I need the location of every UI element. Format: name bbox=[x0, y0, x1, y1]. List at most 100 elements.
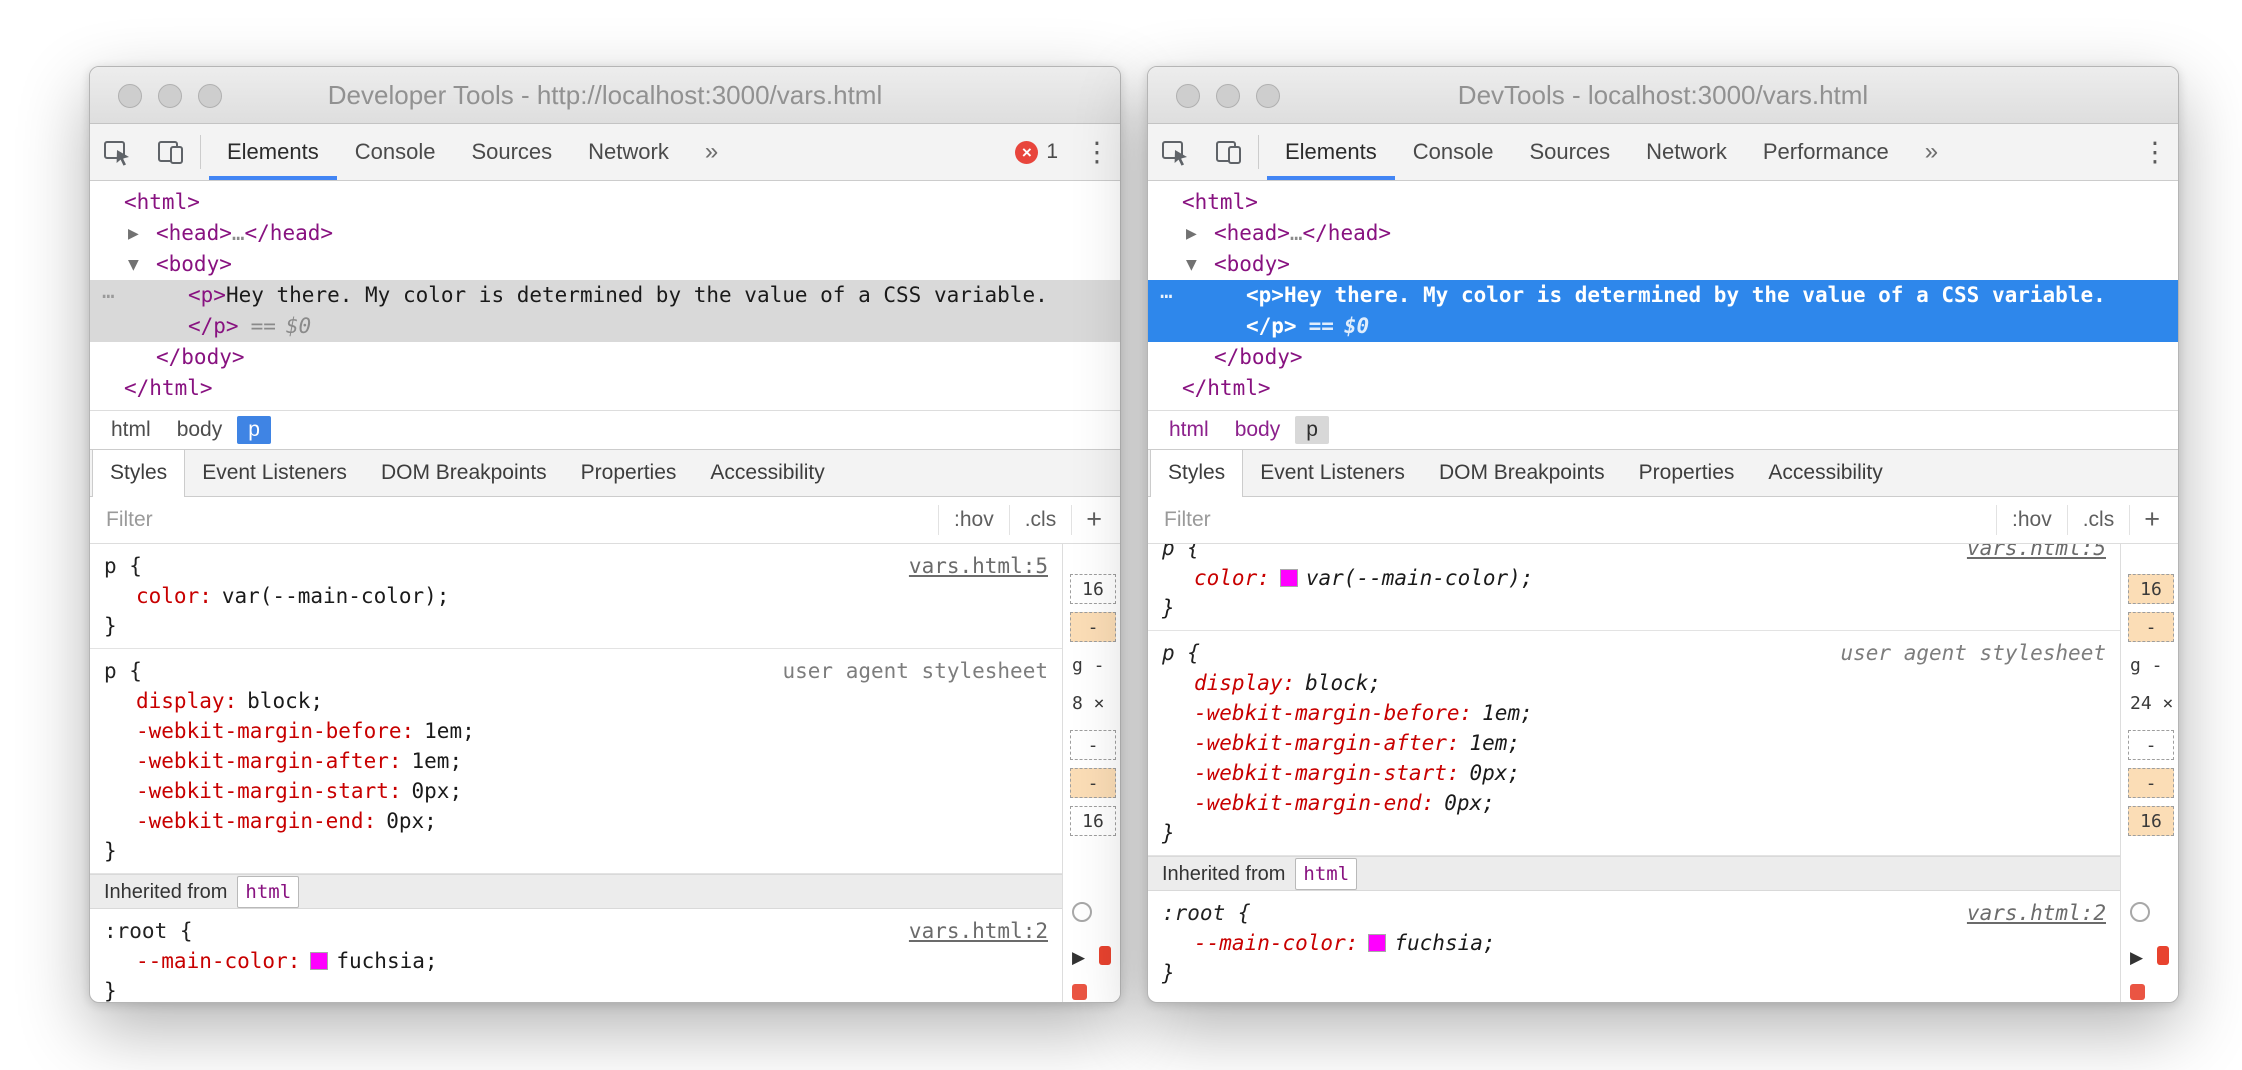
dom-node-body-open[interactable]: ▼<body> bbox=[90, 249, 1120, 280]
css-declaration[interactable]: -webkit-margin-end:0px; bbox=[90, 806, 1062, 836]
style-rule-ua-p: p {user agent stylesheet display:block; … bbox=[1148, 631, 2120, 856]
hov-toggle-button[interactable]: :hov bbox=[938, 505, 1009, 535]
device-toolbar-icon[interactable] bbox=[144, 124, 198, 180]
expand-arrow-icon[interactable]: ▶ bbox=[1186, 219, 1197, 250]
css-declaration[interactable]: color:var(--main-color); bbox=[90, 581, 1062, 611]
color-swatch[interactable] bbox=[1280, 569, 1298, 587]
tab-event-listeners[interactable]: Event Listeners bbox=[1243, 450, 1422, 496]
tab-dom-breakpoints[interactable]: DOM Breakpoints bbox=[364, 450, 564, 496]
tab-styles[interactable]: Styles bbox=[1150, 450, 1243, 497]
collapse-arrow-icon[interactable]: ▼ bbox=[1186, 250, 1197, 281]
css-declaration[interactable]: display:block; bbox=[90, 686, 1062, 716]
tab-event-listeners[interactable]: Event Listeners bbox=[185, 450, 364, 496]
radio-circle[interactable] bbox=[2130, 902, 2150, 922]
tab-sources[interactable]: Sources bbox=[453, 124, 570, 180]
tab-properties[interactable]: Properties bbox=[564, 450, 694, 496]
cls-toggle-button[interactable]: .cls bbox=[2067, 505, 2130, 535]
close-button[interactable] bbox=[1176, 84, 1200, 108]
close-button[interactable] bbox=[118, 84, 142, 108]
tab-styles[interactable]: Styles bbox=[92, 450, 185, 497]
collapse-arrow-icon[interactable]: ▼ bbox=[128, 250, 139, 281]
dom-node-p-selected[interactable]: … <p>Hey there. My color is determined b… bbox=[1148, 280, 2178, 342]
tab-sources[interactable]: Sources bbox=[1511, 124, 1628, 180]
new-style-rule-button[interactable]: + bbox=[1071, 505, 1120, 535]
expander-triangle-icon[interactable]: ▶ bbox=[1072, 948, 1085, 968]
device-toolbar-icon[interactable] bbox=[1202, 124, 1256, 180]
tab-performance[interactable]: Performance bbox=[1745, 124, 1907, 180]
css-declaration[interactable]: color:var(--main-color); bbox=[1148, 563, 2120, 593]
new-style-rule-button[interactable]: + bbox=[2129, 505, 2178, 535]
radio-circle[interactable] bbox=[1072, 902, 1092, 922]
css-declaration[interactable]: -webkit-margin-after:1em; bbox=[1148, 728, 2120, 758]
filter-input[interactable] bbox=[90, 508, 938, 532]
zoom-button[interactable] bbox=[1256, 84, 1280, 108]
css-declaration[interactable]: -webkit-margin-before:1em; bbox=[1148, 698, 2120, 728]
sidebar-tabs: Styles Event Listeners DOM Breakpoints P… bbox=[90, 449, 1120, 497]
inspect-element-icon[interactable] bbox=[1148, 124, 1202, 180]
inherited-node-link[interactable]: html bbox=[237, 876, 299, 908]
tab-elements[interactable]: Elements bbox=[209, 124, 337, 180]
css-declaration[interactable]: -webkit-margin-start:0px; bbox=[1148, 758, 2120, 788]
inherited-node-link[interactable]: html bbox=[1295, 858, 1357, 890]
tab-network[interactable]: Network bbox=[1628, 124, 1745, 180]
css-declaration[interactable]: -webkit-margin-start:0px; bbox=[90, 776, 1062, 806]
tab-elements[interactable]: Elements bbox=[1267, 124, 1395, 180]
css-declaration[interactable]: -webkit-margin-end:0px; bbox=[1148, 788, 2120, 818]
tab-console[interactable]: Console bbox=[337, 124, 454, 180]
color-swatch[interactable] bbox=[310, 952, 328, 970]
stylesheet-link[interactable]: vars.html:5 bbox=[1967, 544, 2106, 563]
dom-node-p-selected[interactable]: … <p>Hey there. My color is determined b… bbox=[90, 280, 1120, 342]
expander-triangle-icon[interactable]: ▶ bbox=[2130, 948, 2143, 968]
color-swatch[interactable] bbox=[1368, 934, 1386, 952]
zoom-button[interactable] bbox=[198, 84, 222, 108]
console-error-badge[interactable]: × 1 bbox=[1015, 140, 1058, 164]
tab-accessibility[interactable]: Accessibility bbox=[1751, 450, 1899, 496]
filter-input[interactable] bbox=[1148, 508, 1996, 532]
dom-node-html-open[interactable]: <html> bbox=[1148, 187, 2178, 218]
dom-node-html-open[interactable]: <html> bbox=[90, 187, 1120, 218]
css-declaration[interactable]: --main-color:fuchsia; bbox=[1148, 928, 2120, 958]
breadcrumb-html[interactable]: html bbox=[1158, 416, 1220, 444]
breadcrumb-body[interactable]: body bbox=[166, 416, 234, 444]
more-tabs-chevron-icon[interactable]: » bbox=[1907, 124, 1956, 180]
dom-node-html-close[interactable]: </html> bbox=[1148, 373, 2178, 404]
minimize-button[interactable] bbox=[1216, 84, 1240, 108]
breadcrumb-p[interactable]: p bbox=[1295, 416, 1329, 444]
overflow-dots-icon[interactable]: … bbox=[1160, 276, 1175, 307]
titlebar[interactable]: Developer Tools - http://localhost:3000/… bbox=[90, 67, 1120, 124]
more-tabs-chevron-icon[interactable]: » bbox=[687, 124, 736, 180]
stylesheet-link[interactable]: vars.html:5 bbox=[909, 551, 1048, 581]
overflow-dots-icon[interactable]: … bbox=[102, 276, 117, 307]
kebab-menu-icon[interactable]: ⋮ bbox=[2132, 137, 2178, 168]
css-declaration[interactable]: --main-color:fuchsia; bbox=[90, 946, 1062, 976]
expand-arrow-icon[interactable]: ▶ bbox=[128, 219, 139, 250]
kebab-menu-icon[interactable]: ⋮ bbox=[1074, 137, 1120, 168]
tab-console[interactable]: Console bbox=[1395, 124, 1512, 180]
dom-node-body-close[interactable]: </body> bbox=[1148, 342, 2178, 373]
dollar-zero-ref: $0 bbox=[286, 314, 311, 338]
css-declaration[interactable]: -webkit-margin-before:1em; bbox=[90, 716, 1062, 746]
inspect-element-icon[interactable] bbox=[90, 124, 144, 180]
dom-node-body-close[interactable]: </body> bbox=[90, 342, 1120, 373]
dom-node-head[interactable]: ▶<head>…</head> bbox=[90, 218, 1120, 249]
hov-toggle-button[interactable]: :hov bbox=[1996, 505, 2067, 535]
minimize-button[interactable] bbox=[158, 84, 182, 108]
css-declaration[interactable]: display:block; bbox=[1148, 668, 2120, 698]
stylesheet-link[interactable]: vars.html:2 bbox=[909, 916, 1048, 946]
cls-toggle-button[interactable]: .cls bbox=[1009, 505, 1072, 535]
dom-node-head[interactable]: ▶<head>…</head> bbox=[1148, 218, 2178, 249]
stylesheet-link[interactable]: vars.html:2 bbox=[1967, 898, 2106, 928]
devtools-window-left: Developer Tools - http://localhost:3000/… bbox=[89, 66, 1121, 1003]
tab-dom-breakpoints[interactable]: DOM Breakpoints bbox=[1422, 450, 1622, 496]
dom-node-html-close[interactable]: </html> bbox=[90, 373, 1120, 404]
breadcrumb-html[interactable]: html bbox=[100, 416, 162, 444]
tab-network[interactable]: Network bbox=[570, 124, 687, 180]
css-declaration[interactable]: -webkit-margin-after:1em; bbox=[90, 746, 1062, 776]
breadcrumb-p[interactable]: p bbox=[237, 416, 271, 444]
tab-properties[interactable]: Properties bbox=[1622, 450, 1752, 496]
breadcrumb-body[interactable]: body bbox=[1224, 416, 1292, 444]
window-title: DevTools - localhost:3000/vars.html bbox=[1458, 80, 1868, 111]
tab-accessibility[interactable]: Accessibility bbox=[693, 450, 841, 496]
dom-node-body-open[interactable]: ▼<body> bbox=[1148, 249, 2178, 280]
titlebar[interactable]: DevTools - localhost:3000/vars.html bbox=[1148, 67, 2178, 124]
